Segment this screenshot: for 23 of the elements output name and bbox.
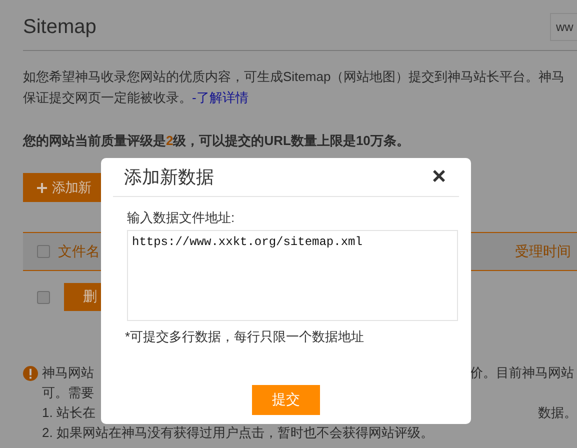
warning-icon	[23, 366, 38, 381]
notice-text: 数据。	[538, 404, 577, 422]
quota-text: 您的网站当前质量评级是2级，可以提交的URL数量上限是10万条。	[23, 132, 410, 150]
checkbox[interactable]	[37, 290, 50, 304]
close-button[interactable]: ×	[432, 167, 446, 187]
learn-more-link[interactable]: -了解详情	[192, 90, 248, 105]
column-header: 文件名	[58, 242, 100, 260]
hint-text: *可提交多行数据，每行只限一个数据地址	[125, 329, 366, 345]
notice-text: 可。需要	[42, 384, 94, 402]
field-label: 输入数据文件地址:	[127, 210, 236, 226]
checkbox[interactable]	[37, 245, 50, 258]
add-button[interactable]: 添加新	[23, 173, 101, 202]
notice-text: 神马网站	[42, 364, 94, 382]
intro-text: 如您希望神马收录您网站的优质内容，可生成Sitemap（网站地图）提交到神马站长平台。神马 保证提交网页一定能被收录。-了解详情	[23, 68, 566, 107]
plus-icon	[37, 182, 47, 192]
notice-text: 1. 站长在	[42, 404, 96, 422]
notice-text: 2. 如果网站在神马没有获得过用户点击，暂时也不会获得网站评级。	[42, 424, 434, 442]
site-field[interactable]: ww	[550, 13, 577, 41]
column-header: 受理时间	[515, 242, 571, 260]
notice-text: 价。目前神马网站	[470, 364, 575, 382]
page-title: Sitemap	[23, 16, 96, 38]
url-input-field[interactable]: https://www.xxkt.org/sitemap.xml	[127, 230, 458, 321]
dialog-title: 添加新数据	[124, 166, 214, 189]
